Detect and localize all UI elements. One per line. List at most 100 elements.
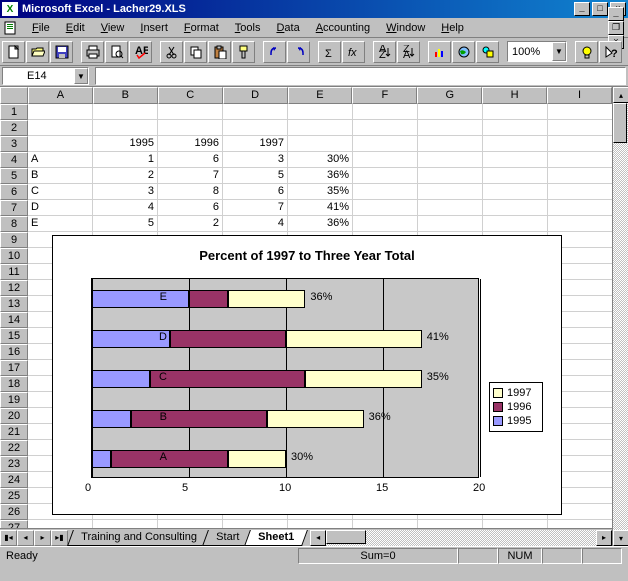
row-header-12[interactable]: 12: [0, 280, 28, 296]
sheet-tab-sheet1[interactable]: Sheet1: [244, 530, 308, 546]
tab-first-button[interactable]: ▮◂: [0, 530, 17, 546]
col-header-G[interactable]: G: [417, 87, 482, 104]
sort-desc-button[interactable]: ZA: [397, 41, 420, 63]
name-box[interactable]: E14 ▼: [2, 67, 89, 85]
scroll-left-button[interactable]: ◂: [310, 530, 326, 546]
row-header-22[interactable]: 22: [0, 440, 28, 456]
zoom-combo[interactable]: ▼: [507, 41, 567, 62]
row-header-26[interactable]: 26: [0, 504, 28, 520]
row-header-6[interactable]: 6: [0, 184, 28, 200]
menu-help[interactable]: Help: [433, 20, 472, 36]
function-wizard-button[interactable]: fx: [342, 41, 365, 63]
row-header-16[interactable]: 16: [0, 344, 28, 360]
bar-E-1997: [228, 290, 306, 308]
name-box-dropdown-icon[interactable]: ▼: [74, 68, 88, 84]
column-headers: ABCDEFGHI: [0, 87, 612, 104]
col-header-H[interactable]: H: [482, 87, 547, 104]
print-button[interactable]: [81, 41, 104, 63]
undo-button[interactable]: [263, 41, 286, 63]
paste-button[interactable]: [208, 41, 231, 63]
row-header-3[interactable]: 3: [0, 136, 28, 152]
doc-restore-button[interactable]: ❐: [608, 21, 624, 35]
tab-prev-button[interactable]: ◂: [17, 530, 34, 546]
row-header-8[interactable]: 8: [0, 216, 28, 232]
minimize-button[interactable]: _: [574, 2, 590, 16]
vscroll-thumb[interactable]: [613, 103, 627, 143]
menu-window[interactable]: Window: [378, 20, 433, 36]
autosum-button[interactable]: Σ: [318, 41, 341, 63]
menu-tools[interactable]: Tools: [227, 20, 269, 36]
help-button[interactable]: ?: [599, 41, 622, 63]
bar-B-1997: [267, 410, 364, 428]
zoom-input[interactable]: [508, 46, 552, 58]
sheet-tab-training-and-consulting[interactable]: Training and Consulting: [67, 530, 211, 546]
drawing-button[interactable]: [476, 41, 499, 63]
row-header-4[interactable]: 4: [0, 152, 28, 168]
copy-button[interactable]: [184, 41, 207, 63]
col-header-A[interactable]: A: [28, 87, 93, 104]
new-button[interactable]: [2, 41, 25, 63]
vertical-scrollbar[interactable]: ▴ ▾: [612, 87, 628, 546]
menu-edit[interactable]: Edit: [58, 20, 93, 36]
menu-file[interactable]: File: [24, 20, 58, 36]
cut-button[interactable]: [160, 41, 183, 63]
col-header-E[interactable]: E: [288, 87, 353, 104]
menu-view[interactable]: View: [93, 20, 133, 36]
row-header-21[interactable]: 21: [0, 424, 28, 440]
row-header-13[interactable]: 13: [0, 296, 28, 312]
col-header-B[interactable]: B: [93, 87, 158, 104]
row-header-25[interactable]: 25: [0, 488, 28, 504]
scroll-right-button[interactable]: ▸: [596, 530, 612, 546]
row-header-20[interactable]: 20: [0, 408, 28, 424]
save-button[interactable]: [50, 41, 73, 63]
col-header-F[interactable]: F: [352, 87, 417, 104]
menu-insert[interactable]: Insert: [132, 20, 176, 36]
doc-minimize-button[interactable]: _: [608, 7, 624, 21]
sheet-tabs-bar: ▮◂ ◂ ▸ ▸▮ Training and ConsultingStartSh…: [0, 528, 612, 546]
spelling-button[interactable]: ABC: [129, 41, 152, 63]
row-header-18[interactable]: 18: [0, 376, 28, 392]
row-header-14[interactable]: 14: [0, 312, 28, 328]
row-header-1[interactable]: 1: [0, 104, 28, 120]
document-icon[interactable]: [2, 20, 18, 36]
chart-wizard-button[interactable]: [428, 41, 451, 63]
print-preview-button[interactable]: [105, 41, 128, 63]
scroll-down-button[interactable]: ▾: [613, 530, 628, 546]
horizontal-scrollbar[interactable]: ◂ ▸: [310, 530, 612, 546]
chart-data-label: 35%: [427, 371, 449, 383]
row-header-19[interactable]: 19: [0, 392, 28, 408]
open-button[interactable]: [26, 41, 49, 63]
format-painter-button[interactable]: [232, 41, 255, 63]
row-header-7[interactable]: 7: [0, 200, 28, 216]
row-header-9[interactable]: 9: [0, 232, 28, 248]
menu-data[interactable]: Data: [268, 20, 307, 36]
tab-last-button[interactable]: ▸▮: [51, 530, 68, 546]
maximize-button[interactable]: □: [592, 2, 608, 16]
row-header-2[interactable]: 2: [0, 120, 28, 136]
row-header-17[interactable]: 17: [0, 360, 28, 376]
hscroll-thumb[interactable]: [326, 530, 366, 544]
row-header-10[interactable]: 10: [0, 248, 28, 264]
tip-wizard-button[interactable]: [575, 41, 598, 63]
row-header-24[interactable]: 24: [0, 472, 28, 488]
formula-input[interactable]: [95, 67, 626, 85]
embedded-chart[interactable]: Percent of 1997 to Three Year Total EDCB…: [52, 235, 562, 515]
col-header-D[interactable]: D: [223, 87, 288, 104]
col-header-C[interactable]: C: [158, 87, 223, 104]
worksheet-area: ABCDEFGHI 123456789101112131415161718192…: [0, 87, 628, 546]
sort-asc-button[interactable]: AZ: [373, 41, 396, 63]
scroll-up-button[interactable]: ▴: [613, 87, 628, 103]
menu-format[interactable]: Format: [176, 20, 227, 36]
row-header-5[interactable]: 5: [0, 168, 28, 184]
redo-button[interactable]: [287, 41, 310, 63]
row-header-23[interactable]: 23: [0, 456, 28, 472]
zoom-dropdown-icon[interactable]: ▼: [552, 42, 566, 61]
tab-next-button[interactable]: ▸: [34, 530, 51, 546]
bar-C-1997: [305, 370, 421, 388]
row-header-15[interactable]: 15: [0, 328, 28, 344]
select-all-corner[interactable]: [0, 87, 28, 104]
col-header-I[interactable]: I: [547, 87, 612, 104]
menu-accounting[interactable]: Accounting: [308, 20, 378, 36]
map-button[interactable]: [452, 41, 475, 63]
row-header-11[interactable]: 11: [0, 264, 28, 280]
